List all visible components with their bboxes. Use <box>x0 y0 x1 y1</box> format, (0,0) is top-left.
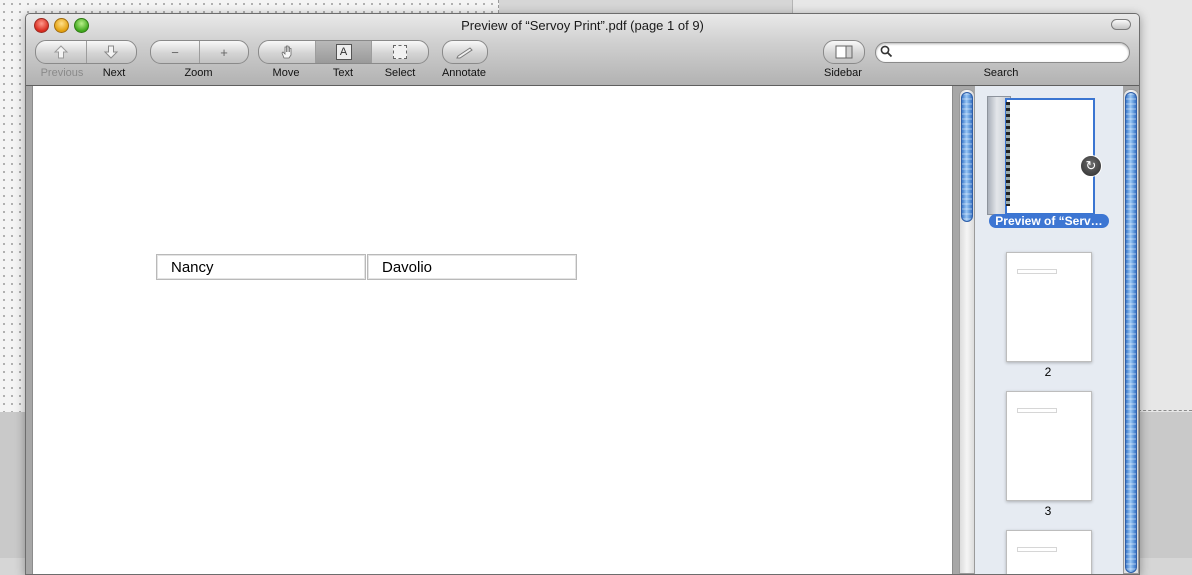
select-tool-button[interactable] <box>371 41 428 63</box>
plus-icon: + <box>220 44 228 60</box>
annotate-button[interactable] <box>443 41 487 63</box>
sidebar-toggle-button[interactable] <box>824 41 864 63</box>
search-icon <box>880 45 893 61</box>
thumbnail-number: 2 <box>1044 365 1052 379</box>
next-page-button[interactable] <box>85 41 137 63</box>
zoom-in-button[interactable]: + <box>199 41 248 63</box>
page-navigation-control <box>35 40 137 64</box>
window-title: Preview of “Servoy Print”.pdf (page 1 of… <box>461 18 704 33</box>
search-label: Search <box>983 67 1019 79</box>
toolbar-toggle-button[interactable] <box>1111 19 1131 30</box>
text-label: Text <box>332 67 354 79</box>
sidebar-scrollbar[interactable] <box>1123 89 1139 574</box>
last-name-cell: Davolio <box>367 254 577 280</box>
desktop-guide-line <box>1138 410 1192 411</box>
thumbnail-page-1[interactable] <box>1005 98 1095 215</box>
search-field[interactable] <box>875 42 1130 63</box>
zoom-control: − + <box>150 40 249 64</box>
annotate-control <box>442 40 488 64</box>
annotate-label: Annotate <box>441 67 487 79</box>
preview-window: Preview of “Servoy Print”.pdf (page 1 of… <box>25 13 1140 575</box>
sidebar-label: Sidebar <box>824 67 862 79</box>
thumbnail-page-2[interactable] <box>1006 252 1092 362</box>
zoom-out-button[interactable]: − <box>151 41 199 63</box>
mini-content-line <box>1017 269 1057 274</box>
rotate-icon[interactable]: ↻ <box>1080 155 1102 177</box>
mini-content-line <box>1017 547 1057 552</box>
arrow-down-icon <box>104 45 119 59</box>
binding-spiral-graphic <box>1006 102 1010 206</box>
pencil-icon <box>456 47 473 59</box>
marquee-select-icon <box>393 45 408 59</box>
move-label: Move <box>272 67 300 79</box>
first-name-cell: Nancy <box>156 254 366 280</box>
select-label: Select <box>384 67 416 79</box>
move-tool-button[interactable] <box>259 41 315 63</box>
tool-mode-control: A <box>258 40 429 64</box>
next-label: Next <box>102 67 126 79</box>
thumbnail-page-3[interactable] <box>1006 391 1092 501</box>
previous-page-button[interactable] <box>36 41 86 63</box>
thumbnail-sidebar: ↻ Preview of “Serv… 2 3 <box>975 86 1123 574</box>
previous-label: Previous <box>40 67 84 79</box>
document-page[interactable]: Nancy Davolio <box>32 86 953 574</box>
hand-icon <box>281 45 292 59</box>
minus-icon: − <box>171 44 179 60</box>
selected-page-label: Preview of “Serv… <box>989 214 1109 228</box>
document-scroll-thumb[interactable] <box>961 92 973 222</box>
zoom-label: Zoom <box>184 67 213 79</box>
thumbnail-page-4[interactable] <box>1006 530 1092 574</box>
arrow-up-icon <box>53 45 68 59</box>
text-selection-icon: A <box>335 44 352 60</box>
unified-toolbar: Preview of “Servoy Print”.pdf (page 1 of… <box>26 14 1139 86</box>
mini-content-line <box>1017 408 1057 413</box>
text-tool-button[interactable]: A <box>314 41 372 63</box>
document-scrollbar[interactable] <box>959 89 975 574</box>
sidebar-toggle-control <box>823 40 865 64</box>
sidebar-scroll-thumb[interactable] <box>1125 92 1137 573</box>
thumbnail-number: 3 <box>1044 504 1052 518</box>
sidebar-icon <box>835 45 853 59</box>
